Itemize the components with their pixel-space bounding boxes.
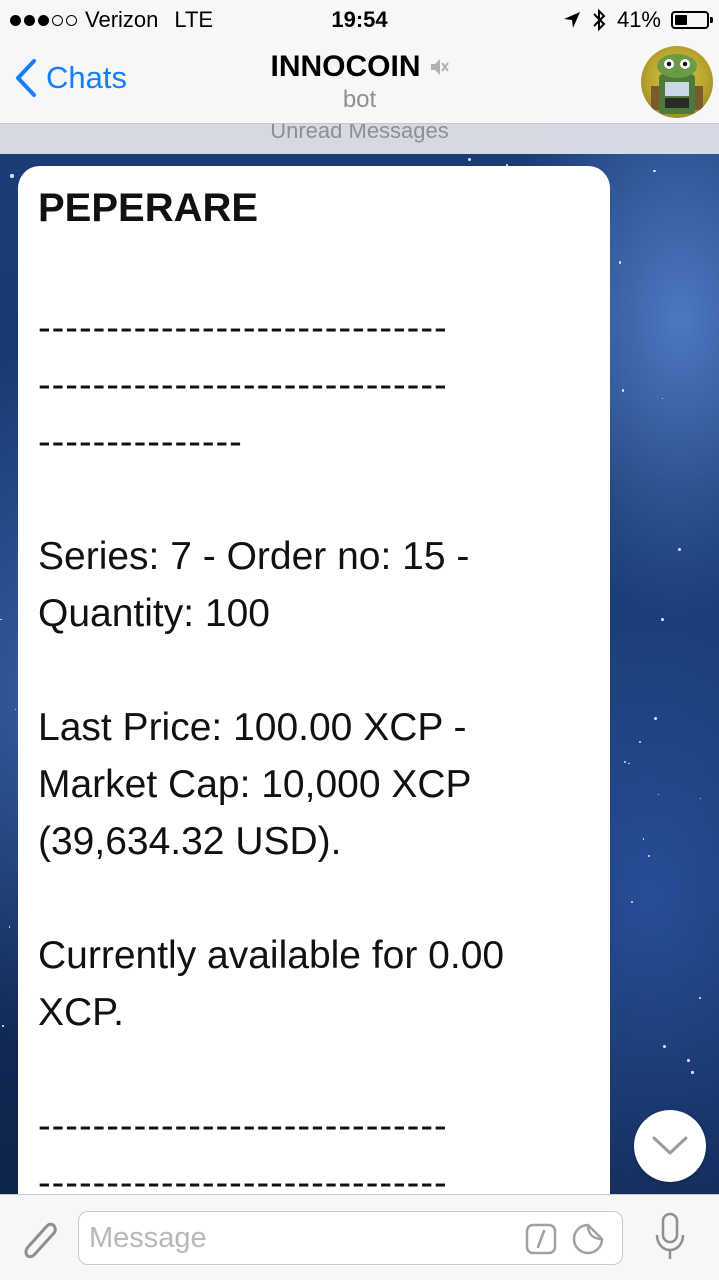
star (642, 838, 645, 840)
star (15, 708, 17, 710)
quantity-text: Quantity: 100 (38, 592, 270, 635)
sticker-button[interactable] (571, 1222, 605, 1256)
separator-line: --------------- (38, 421, 243, 463)
star (662, 1044, 667, 1049)
message-field[interactable] (78, 1211, 623, 1265)
attach-button[interactable] (16, 1213, 60, 1263)
scroll-to-bottom-button[interactable] (634, 1110, 706, 1182)
star (661, 617, 664, 621)
chevron-down-icon (652, 1136, 688, 1155)
status-bar: Verizon LTE 19:54 41% (0, 0, 719, 40)
star (630, 900, 634, 903)
voice-message-button[interactable] (654, 1211, 686, 1265)
star (10, 174, 14, 178)
star (621, 389, 625, 392)
usd-value-text: (39,634.32 USD). (38, 820, 342, 863)
battery-icon (671, 11, 713, 29)
sticker-icon (572, 1223, 604, 1255)
location-arrow-icon (563, 12, 580, 28)
bot-command-icon (525, 1223, 557, 1255)
star (467, 158, 472, 162)
unread-messages-divider: Unread Messages (0, 124, 719, 154)
star (648, 855, 651, 858)
series-order-text: Series: 7 - Order no: 15 - (38, 535, 470, 578)
star (686, 1059, 690, 1062)
paperclip-icon (24, 1222, 57, 1259)
chat-header: Chats INNOCOIN bot (0, 40, 719, 124)
star (657, 794, 660, 796)
muted-speaker-icon (430, 59, 449, 75)
star (691, 1071, 694, 1074)
star (654, 716, 658, 720)
chat-title[interactable]: INNOCOIN bot (0, 50, 719, 114)
chat-name: INNOCOIN (270, 50, 421, 83)
availability-text: Currently available for 0.00 (38, 934, 505, 977)
star (653, 170, 656, 173)
message-input[interactable] (89, 1218, 509, 1258)
bluetooth-icon (593, 8, 606, 32)
chat-subtitle: bot (342, 86, 377, 113)
star (698, 997, 701, 999)
separator-line: ------------------------------ (38, 364, 448, 406)
star (0, 618, 2, 621)
market-cap-text: Market Cap: 10,000 XCP (38, 763, 472, 806)
status-indicators: 41% (563, 7, 713, 33)
bot-avatar[interactable] (641, 46, 713, 118)
star (2, 1025, 4, 1027)
star (618, 261, 622, 264)
battery-percentage: 41% (616, 7, 661, 32)
star (662, 398, 664, 400)
star (623, 760, 626, 764)
separator-line: ------------------------------ (38, 1105, 448, 1147)
star (628, 762, 630, 765)
message-title: PEPERARE (38, 186, 259, 230)
last-price-text: Last Price: 100.00 XCP - (38, 706, 467, 749)
star (677, 547, 681, 551)
star (699, 797, 701, 799)
star (639, 741, 642, 744)
microphone-icon (655, 1212, 685, 1259)
separator-line: ------------------------------ (38, 307, 448, 349)
availability-text-cont: XCP. (38, 991, 124, 1034)
bot-command-button[interactable] (525, 1223, 557, 1255)
star (9, 926, 11, 928)
message-bubble[interactable]: PEPERARE ------------------------------ … (18, 166, 610, 1226)
innocoin-bot-avatar-icon (651, 54, 703, 114)
message-composer (0, 1194, 719, 1280)
